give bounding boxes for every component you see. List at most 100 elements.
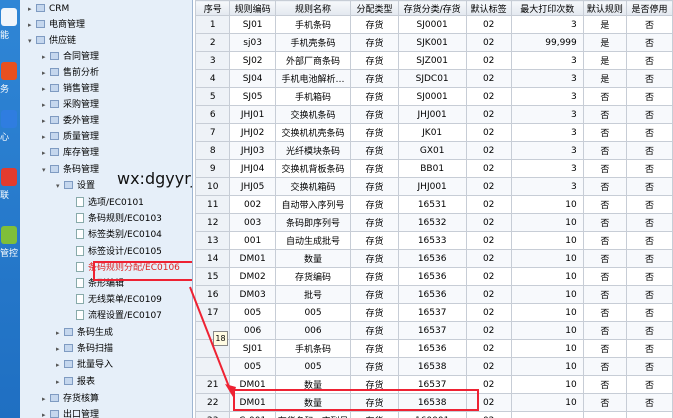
table-cell[interactable]: 16531 [397,195,467,214]
table-row[interactable]: 11 002 自动带入序列号 存货 16531 02 10 否否 [195,195,673,214]
tree-item[interactable]: 条码规则分配/EC0106 [68,260,180,276]
table-row[interactable]: 23Cr001存货条码+序列号存货16000102 [195,411,673,418]
column-header[interactable]: 默认标签 [465,0,512,16]
table-cell[interactable]: 10 [510,285,584,304]
table-cell[interactable]: 02 [465,267,512,286]
tree-item[interactable]: ▸ 存货核算 [42,391,99,407]
expand-toggle-icon[interactable]: ▾ [42,162,50,178]
table-row[interactable]: 4 SJ04 手机电池解析… 存货 SJDC01 02 3 是否 [195,69,673,88]
table-cell[interactable]: 否 [625,69,673,88]
table-cell[interactable]: 否 [625,159,673,178]
table-cell[interactable]: 003 [229,213,276,232]
table-row[interactable]: SJ01 手机条码 存货 16536 02 10 否否 [195,339,673,358]
expand-toggle-icon[interactable]: ▸ [56,374,64,390]
table-cell[interactable]: 否 [582,195,627,214]
tree-item[interactable]: ▸ 委外管理 [42,113,99,129]
table-cell[interactable]: 存货 [350,15,399,34]
table-cell[interactable]: 3 [510,87,584,106]
table-cell[interactable]: 存货 [350,267,399,286]
table-cell[interactable]: 光纤模块条码 [274,141,352,160]
table-cell[interactable]: 是 [582,51,627,70]
table-cell[interactable]: 005 [229,303,276,322]
table-cell[interactable]: 10 [510,231,584,250]
table-cell[interactable]: 自动生成批号 [274,231,352,250]
table-cell[interactable]: 是 [582,69,627,88]
table-cell[interactable]: 条码即序列号 [274,213,352,232]
table-cell[interactable]: 5 [195,87,231,106]
table-cell[interactable]: 否 [582,177,627,196]
table-cell[interactable]: 否 [582,123,627,142]
table-cell[interactable]: 10 [510,321,584,340]
table-row[interactable]: 8 JHJ03 光纤模块条码 存货 GX01 02 3 否否 [195,141,673,160]
tree-item[interactable]: 无线菜单/EC0109 [68,292,162,308]
table-cell[interactable]: 3 [510,69,584,88]
table-cell[interactable]: 存货 [350,123,399,142]
table-cell[interactable]: 是 [582,33,627,52]
table-cell[interactable]: 外部厂商条码 [274,51,352,70]
table-cell[interactable]: SJ0001 [397,87,467,106]
table-cell[interactable]: 否 [625,339,673,358]
table-cell[interactable]: 16538 [397,357,467,376]
table-cell[interactable]: 02 [465,411,512,418]
tree-item[interactable]: ▸ 质量管理 [42,129,99,145]
tree-item[interactable]: ▸ 采购管理 [42,97,99,113]
table-cell[interactable]: 02 [465,231,512,250]
table-cell[interactable]: JHJ03 [229,141,276,160]
table-cell[interactable]: 否 [625,357,673,376]
tree-item[interactable]: 标签类别/EC0104 [68,227,162,243]
table-cell[interactable]: 否 [582,303,627,322]
table-cell[interactable]: 3 [510,105,584,124]
table-cell[interactable]: Cr001 [229,411,276,418]
table-cell[interactable]: 16536 [397,285,467,304]
table-cell[interactable]: 否 [625,123,673,142]
table-cell[interactable]: SJ05 [229,87,276,106]
table-cell[interactable]: 10 [510,213,584,232]
table-row[interactable]: 6 JHJ01 交换机条码 存货 JHJ001 02 3 否否 [195,105,673,124]
table-cell[interactable]: 否 [625,285,673,304]
tree-item[interactable]: 流程设置/EC0107 [68,308,162,324]
tree-item[interactable]: ▾ 供应链 [28,33,76,49]
table-cell[interactable]: JHJ02 [229,123,276,142]
table-cell[interactable]: 16 [195,285,231,304]
expand-toggle-icon[interactable]: ▸ [42,391,50,407]
table-cell[interactable]: 3 [510,15,584,34]
expand-toggle-icon[interactable]: ▸ [42,113,50,129]
table-cell[interactable]: 11 [195,195,231,214]
table-cell[interactable]: SJ04 [229,69,276,88]
column-header[interactable]: 存货分类/存货 [397,0,467,16]
table-cell[interactable]: 02 [465,249,512,268]
table-cell[interactable]: 存货 [350,51,399,70]
table-cell[interactable]: 存货 [350,105,399,124]
table-cell[interactable]: 否 [625,15,673,34]
table-cell[interactable]: 16536 [397,249,467,268]
table-cell[interactable]: 23 [195,411,231,418]
table-cell[interactable]: 02 [465,51,512,70]
table-row[interactable]: 12 003 条码即序列号 存货 16532 02 10 否否 [195,213,673,232]
table-cell[interactable]: 手机条码 [274,339,352,358]
table-cell[interactable]: 005 [274,303,352,322]
expand-toggle-icon[interactable]: ▾ [56,178,64,194]
table-row[interactable]: 15 DM02 存货编码 存货 16536 02 10 否否 [195,267,673,286]
table-cell[interactable]: DM03 [229,285,276,304]
tree-item[interactable]: ▸ CRM [28,1,69,17]
table-cell[interactable]: 否 [625,33,673,52]
table-cell[interactable]: 否 [582,141,627,160]
table-cell[interactable]: 存货编码 [274,267,352,286]
table-cell[interactable]: 存货 [350,141,399,160]
table-cell[interactable]: 02 [465,159,512,178]
table-cell[interactable]: 否 [582,285,627,304]
table-cell[interactable]: 10 [510,339,584,358]
table-cell[interactable]: 10 [510,357,584,376]
table-cell[interactable]: 10 [510,303,584,322]
table-cell[interactable]: 否 [625,393,673,412]
table-row[interactable]: 7 JHJ02 交换机机壳条码 存货 JK01 02 3 否否 [195,123,673,142]
table-cell[interactable]: 16537 [397,303,467,322]
table-cell[interactable]: 存货 [350,213,399,232]
table-cell[interactable]: 02 [465,285,512,304]
tree-item[interactable]: ▸ 条码扫描 [56,341,113,357]
table-cell[interactable]: 否 [582,393,627,412]
table-cell[interactable]: 02 [465,177,512,196]
table-cell[interactable]: 1 [195,15,231,34]
table-cell[interactable]: GX01 [397,141,467,160]
table-cell[interactable]: 否 [625,249,673,268]
